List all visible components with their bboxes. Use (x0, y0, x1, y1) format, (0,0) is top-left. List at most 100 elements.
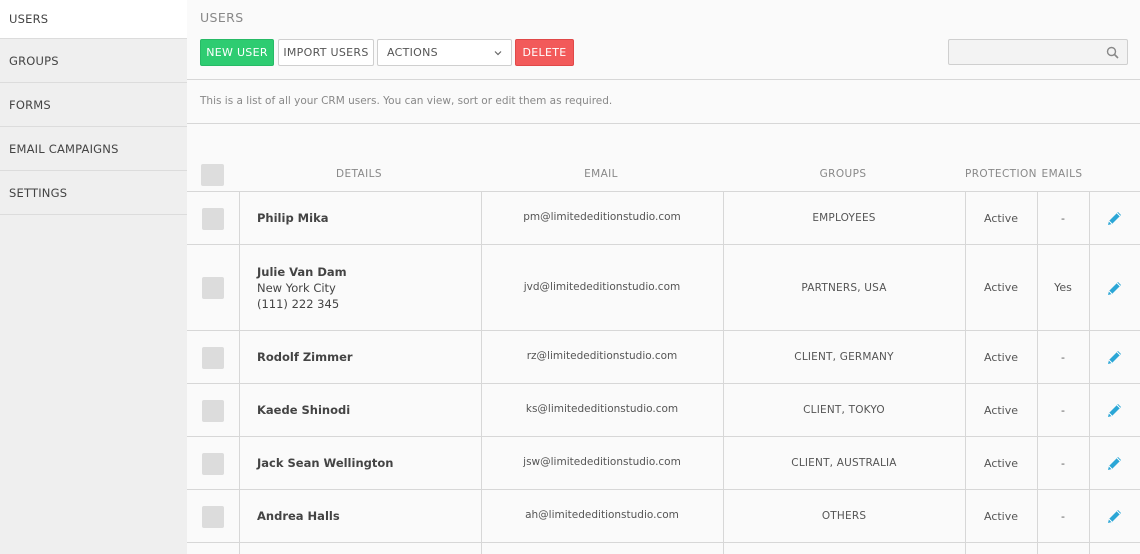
user-details: Julie Van Dam New York City (111) 222 345 (257, 264, 347, 312)
user-email-cell: ah@limitededitionstudio.com (481, 488, 723, 542)
table-row[interactable]: Andrea Halls ah@limitededitionstudio.com O… (187, 489, 1140, 542)
column-divider (723, 543, 724, 554)
column-header-protection[interactable]: PROTECTION (965, 168, 1037, 180)
column-divider (1037, 543, 1038, 554)
page-description: This is a list of all your CRM users. Yo… (200, 95, 613, 107)
details-cell: Andrea Halls (257, 490, 477, 542)
table-row[interactable]: Rodolf Zimmer rz@limitededitionstudio.com… (187, 330, 1140, 383)
details-cell: Julie Van Dam New York City (111) 222 345 (257, 245, 477, 330)
user-name: Kaede Shinodi (257, 403, 351, 417)
edit-icon[interactable] (1089, 192, 1140, 244)
edit-icon[interactable] (1089, 331, 1140, 383)
emails-status: - (1061, 456, 1065, 470)
column-header-groups[interactable]: GROUPS (723, 168, 963, 180)
user-groups-cell: CLIENT, TOKYO (723, 384, 965, 436)
edit-icon[interactable] (1089, 490, 1140, 542)
emails-status-cell: - (1037, 192, 1089, 244)
row-checkbox[interactable] (202, 506, 224, 528)
sidebar-item-groups[interactable]: GROUPS (0, 39, 187, 83)
emails-status: - (1061, 350, 1065, 364)
table-header: DETAILS EMAIL GROUPS PROTECTION EMAILS (187, 124, 1140, 192)
user-email-cell: jsw@limitededitionstudio.com (481, 435, 723, 489)
protection-status-cell: Active (965, 437, 1037, 489)
divider (187, 79, 1140, 80)
sidebar-item-email-campaigns[interactable]: EMAIL CAMPAIGNS (0, 127, 187, 171)
sidebar-item-label: GROUPS (9, 53, 59, 68)
sidebar-item-settings[interactable]: SETTINGS (0, 171, 187, 215)
column-divider (239, 490, 240, 542)
users-table: DETAILS EMAIL GROUPS PROTECTION EMAILS P… (187, 124, 1140, 554)
search-input[interactable] (948, 39, 1128, 65)
row-checkbox[interactable] (202, 453, 224, 475)
user-groups: PARTNERS, USA (801, 281, 887, 294)
sidebar-item-forms[interactable]: FORMS (0, 83, 187, 127)
table-row[interactable]: Philip Mika pm@limitededitionstudio.com EM… (187, 191, 1140, 244)
protection-status: Active (983, 403, 1019, 417)
emails-status: - (1061, 509, 1065, 523)
import-users-button[interactable]: IMPORT USERS (278, 39, 374, 66)
actions-dropdown[interactable]: ACTIONS (377, 39, 512, 66)
column-divider (239, 384, 240, 436)
user-email: jsw@limitededitionstudio.com (523, 456, 681, 468)
table-row[interactable]: Kaede Shinodi ks@limitededitionstudio.com… (187, 383, 1140, 436)
main-content: USERS NEW USER IMPORT USERS ACTIONS DELE… (187, 0, 1140, 554)
user-details: Jack Sean Wellington (257, 455, 393, 471)
edit-icon[interactable] (1089, 384, 1140, 436)
user-email: ks@limitededitionstudio.com (525, 403, 679, 415)
user-email-cell: ks@limitededitionstudio.com (481, 382, 723, 436)
sidebar-item-users[interactable]: USERS (0, 0, 187, 39)
protection-status-cell: Active (965, 192, 1037, 244)
user-name: Julie Van Dam (257, 264, 347, 279)
row-checkbox[interactable] (202, 208, 224, 230)
emails-status-cell: - (1037, 490, 1089, 542)
user-details: Philip Mika (257, 210, 328, 226)
user-name: Philip Mika (257, 211, 329, 225)
emails-status: Yes (1054, 281, 1072, 294)
row-checkbox[interactable] (202, 277, 224, 299)
select-all-checkbox[interactable] (201, 164, 224, 186)
user-groups-cell: PARTNERS, USA (723, 245, 965, 330)
page-title: USERS (200, 10, 244, 25)
emails-status-cell: - (1037, 384, 1089, 436)
search-icon[interactable] (1106, 46, 1119, 62)
protection-status: Active (983, 456, 1019, 470)
protection-status-cell: Active (965, 245, 1037, 330)
column-header-emails[interactable]: EMAILS (1037, 168, 1087, 180)
details-cell: Kaede Shinodi (257, 384, 477, 436)
column-divider (481, 543, 482, 554)
sidebar-item-label: USERS (9, 12, 49, 26)
row-checkbox[interactable] (202, 400, 224, 422)
protection-status-cell: Active (965, 384, 1037, 436)
sidebar-item-label: EMAIL CAMPAIGNS (9, 141, 119, 156)
table-row (187, 542, 1140, 554)
protection-status-cell: Active (965, 490, 1037, 542)
user-details: Kaede Shinodi (257, 402, 350, 418)
table-row[interactable]: Julie Van Dam New York City (111) 222 345 j… (187, 244, 1140, 330)
edit-icon[interactable] (1089, 437, 1140, 489)
protection-status: Active (983, 509, 1019, 523)
edit-icon[interactable] (1089, 245, 1140, 330)
user-details: Andrea Halls (257, 508, 340, 524)
user-groups-cell: OTHERS (723, 490, 965, 542)
chevron-down-icon (493, 48, 503, 61)
user-email: pm@limitededitionstudio.com (523, 211, 681, 223)
user-email-cell: rz@limitededitionstudio.com (481, 329, 723, 383)
row-checkbox[interactable] (202, 347, 224, 369)
column-header-details[interactable]: DETAILS (239, 168, 479, 180)
actions-dropdown-label: ACTIONS (387, 46, 438, 59)
new-user-button[interactable]: NEW USER (200, 39, 274, 66)
details-cell: Philip Mika (257, 192, 477, 244)
protection-status: Active (983, 211, 1019, 225)
user-groups: CLIENT, TOKYO (803, 404, 885, 416)
user-email: rz@limitededitionstudio.com (526, 350, 678, 362)
protection-status-cell: Active (965, 331, 1037, 383)
delete-button[interactable]: DELETE (515, 39, 574, 66)
sidebar-item-label: SETTINGS (9, 185, 68, 200)
column-header-email[interactable]: EMAIL (481, 168, 721, 180)
user-email: jvd@limitededitionstudio.com (523, 280, 681, 293)
user-email-cell: jvd@limitededitionstudio.com (481, 243, 723, 330)
table-row[interactable]: Jack Sean Wellington jsw@limitededitionst… (187, 436, 1140, 489)
user-groups: CLIENT, AUSTRALIA (791, 457, 897, 469)
user-email-cell: pm@limitededitionstudio.com (481, 190, 723, 244)
column-divider (239, 192, 240, 244)
